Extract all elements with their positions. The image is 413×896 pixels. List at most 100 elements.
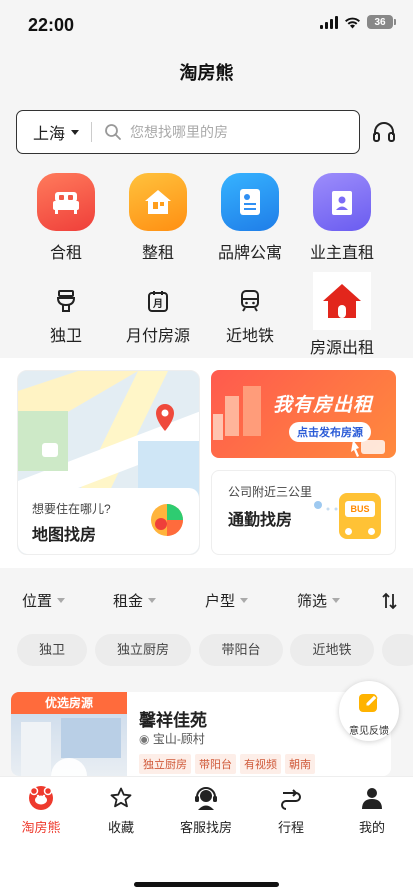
tab-customer-service[interactable]: 客服找房 (165, 785, 247, 836)
bus-icon: BUS (339, 493, 381, 539)
chip-balcony[interactable]: 带阳台 (199, 634, 283, 666)
listing-tag: 有视频 (240, 754, 281, 774)
promo-banner[interactable]: 我有房出租 点击发布房源 (211, 370, 396, 458)
headset-icon[interactable] (372, 120, 396, 144)
headset-agent-icon (165, 785, 247, 811)
listing-tag: 独立厨房 (139, 754, 191, 774)
filter-label: 筛选 (297, 593, 328, 610)
category-label: 整租 (141, 245, 174, 262)
chip-private-kitchen[interactable]: 独立厨房 (95, 634, 191, 666)
category-label: 品牌公寓 (217, 245, 282, 262)
top-nav-bar: 淘房熊 (0, 50, 413, 97)
category-label: 房源出租 (309, 340, 374, 357)
filter-bar: 位置 租金 户型 筛选 (0, 578, 413, 622)
tab-home[interactable]: 淘房熊 (0, 785, 82, 836)
category-near-subway[interactable]: 近地铁 (205, 286, 295, 346)
commute-search-card[interactable]: 公司附近三公里 通勤找房 BUS (211, 470, 396, 555)
feature-section: 想要住在哪儿? 地图找房 我有房出租 点击发布房源 公司附近三公里 通勤找房 B… (0, 358, 413, 568)
filter-label: 位置 (22, 593, 53, 610)
category-private-bathroom[interactable]: 独卫 (21, 286, 111, 346)
bear-logo-icon (0, 785, 82, 811)
caret-down-icon (71, 129, 80, 135)
red-house-icon (313, 272, 371, 330)
search-row: 上海 您想找哪里的房 (16, 110, 396, 154)
city-label: 上海 (33, 126, 66, 143)
house-icon (129, 173, 187, 231)
filter-more[interactable]: 筛选 (297, 590, 341, 611)
filter-layout[interactable]: 户型 (205, 590, 249, 611)
tab-label: 行程 (277, 820, 304, 835)
listing-name: 馨祥佳苑 (139, 711, 207, 730)
promo-headline: 我有房出租 (273, 395, 374, 416)
category-owner-direct[interactable]: 业主直租 (297, 173, 387, 263)
home-indicator[interactable] (134, 882, 279, 887)
search-box[interactable]: 上海 您想找哪里的房 (16, 110, 360, 154)
filter-location[interactable]: 位置 (22, 590, 66, 611)
filter-label: 户型 (205, 593, 236, 610)
promo-cta[interactable]: 点击发布房源 (289, 422, 371, 442)
caret-down-icon (240, 598, 249, 603)
feedback-button[interactable]: 意见反馈 (339, 681, 399, 741)
tab-profile[interactable]: 我的 (331, 785, 413, 836)
calendar-badge: 月 (152, 298, 163, 310)
category-list-property[interactable]: 房源出租 (297, 272, 387, 358)
listing-location: ◉ 宝山-顾村 (139, 730, 205, 747)
search-icon (105, 124, 121, 140)
chip-overflow[interactable] (382, 634, 413, 666)
map-card-caption: 想要住在哪儿? 地图找房 (18, 488, 199, 554)
feedback-label: 意见反馈 (349, 726, 389, 737)
search-input[interactable]: 您想找哪里的房 (130, 122, 228, 142)
category-label: 合租 (49, 245, 82, 262)
quick-filter-chips: 独卫 独立厨房 带阳台 近地铁 (0, 630, 413, 670)
bus-label: BUS (345, 501, 375, 517)
star-icon (80, 785, 162, 811)
caret-down-icon (332, 598, 341, 603)
listing-tags: 独立厨房 带阳台 有视频 朝南 (139, 754, 315, 774)
status-bar: 22:00 36 (0, 0, 413, 50)
caret-down-icon (148, 598, 157, 603)
category-monthly-pay[interactable]: 月 月付房源 (113, 286, 203, 346)
listing-tag: 带阳台 (195, 754, 236, 774)
battery-icon: 36 (367, 15, 396, 29)
chip-private-bathroom[interactable]: 独卫 (17, 634, 87, 666)
status-icons: 36 (320, 15, 396, 29)
tab-favorites[interactable]: 收藏 (80, 785, 162, 836)
cellular-signal-icon (320, 15, 338, 29)
filter-rent[interactable]: 租金 (113, 590, 157, 611)
city-selector[interactable]: 上海 (17, 120, 80, 144)
bed-icon (37, 173, 95, 231)
chip-near-subway[interactable]: 近地铁 (290, 634, 374, 666)
page-title: 淘房熊 (179, 63, 234, 83)
listing-tag: 朝南 (285, 754, 315, 774)
route-dots-icon (314, 501, 338, 511)
filter-label: 租金 (113, 593, 144, 610)
tab-itinerary[interactable]: 行程 (250, 785, 332, 836)
status-time: 22:00 (28, 15, 75, 35)
tab-label: 淘房熊 (21, 820, 61, 835)
category-whole-rent[interactable]: 整租 (113, 173, 203, 263)
category-label: 近地铁 (225, 328, 274, 345)
route-icon (250, 785, 332, 811)
category-brand-apartment[interactable]: 品牌公寓 (205, 173, 295, 263)
listing-card[interactable]: 优选房源 馨祥佳苑 ◉ 宝山-顾村 独立厨房 带阳台 有视频 朝南 (11, 692, 391, 776)
edit-icon (359, 694, 378, 712)
category-label: 业主直租 (309, 245, 374, 262)
wifi-icon (345, 17, 360, 28)
sort-icon[interactable] (381, 592, 399, 610)
listing-ribbon: 优选房源 (11, 692, 127, 714)
owner-building-icon (313, 173, 371, 231)
subway-icon (235, 286, 265, 316)
document-icon (221, 173, 279, 231)
listing-location-text: 宝山-顾村 (152, 732, 205, 746)
caret-down-icon (57, 598, 66, 603)
bottom-tab-bar: 淘房熊 收藏 客服找房 行程 我的 (0, 776, 413, 896)
tab-label: 收藏 (107, 820, 134, 835)
category-shared-rent[interactable]: 合租 (21, 173, 111, 263)
bear-pie-icon (151, 504, 183, 536)
category-label: 月付房源 (125, 328, 190, 345)
toilet-icon (51, 286, 81, 316)
tab-label: 我的 (358, 820, 385, 835)
location-pin-icon: ◉ (139, 732, 153, 746)
map-search-card[interactable]: 想要住在哪儿? 地图找房 (17, 370, 200, 555)
tab-label: 客服找房 (179, 820, 232, 835)
